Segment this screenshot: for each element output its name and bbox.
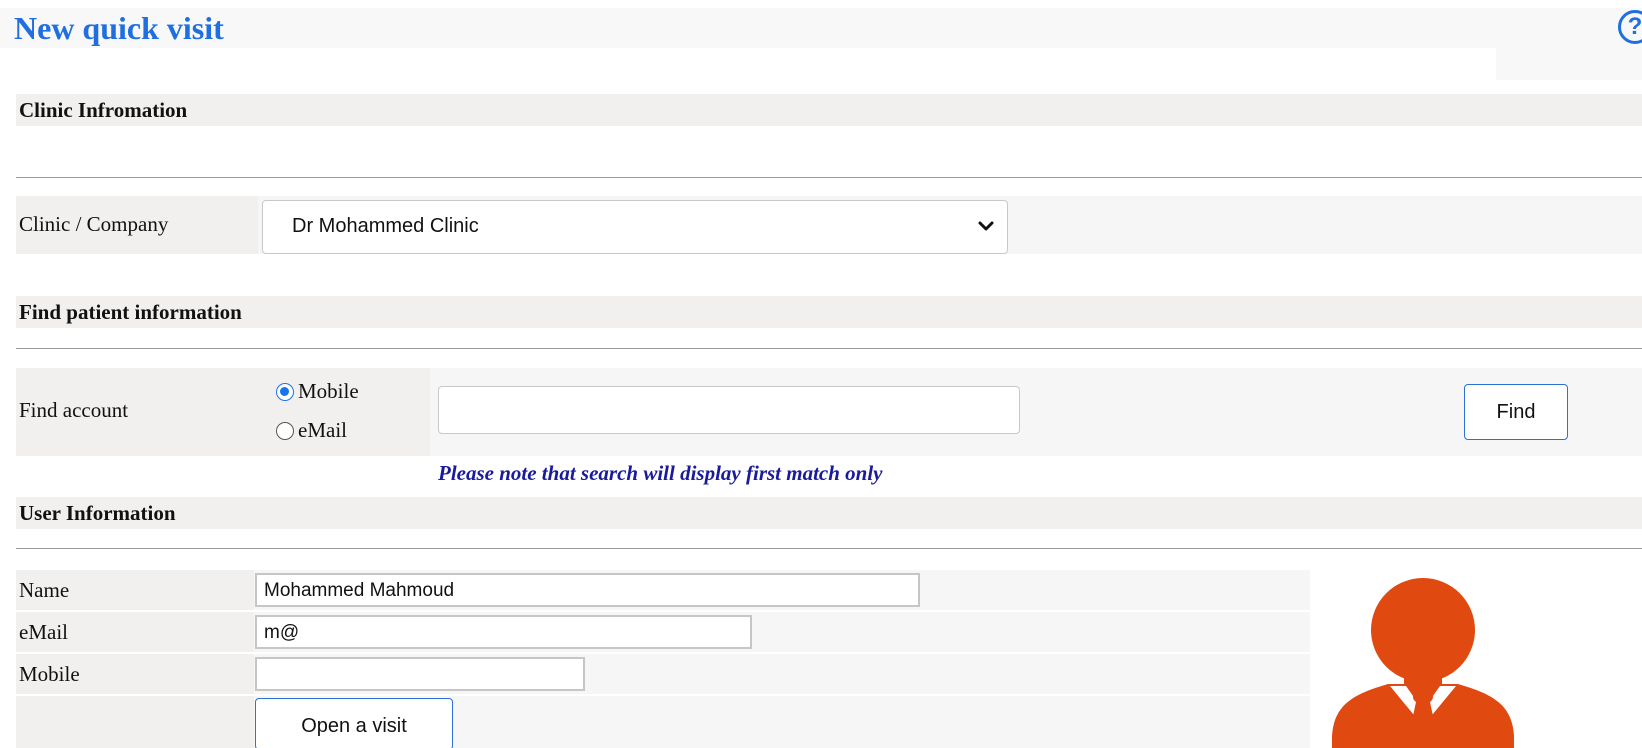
radio-mobile-label[interactable]: Mobile <box>298 379 359 404</box>
clinic-select[interactable]: Dr Mohammed Clinic <box>262 200 1008 254</box>
email-field[interactable]: m@ <box>255 615 752 649</box>
divider <box>16 348 1642 349</box>
mobile-field[interactable] <box>255 657 585 691</box>
user-avatar-icon <box>1332 578 1514 748</box>
search-note: Please note that search will display fir… <box>438 461 883 485</box>
section-header-user-info: User Information <box>16 497 1642 529</box>
email-label: eMail <box>19 620 68 644</box>
section-header-find-patient: Find patient information <box>16 296 1642 328</box>
mobile-label: Mobile <box>19 662 80 686</box>
name-field[interactable]: Mohammed Mahmoud <box>255 573 920 607</box>
find-button[interactable]: Find <box>1464 384 1568 440</box>
find-account-label: Find account <box>19 398 129 422</box>
name-label: Name <box>19 578 70 602</box>
clinic-select-value: Dr Mohammed Clinic <box>292 215 479 237</box>
open-visit-label-cell <box>16 696 254 748</box>
clinic-label: Clinic / Company <box>19 212 169 236</box>
open-visit-button[interactable]: Open a visit <box>255 698 453 748</box>
title-bar <box>0 8 1642 48</box>
find-account-input[interactable] <box>438 386 1020 434</box>
section-header-clinic: Clinic Infromation <box>16 94 1642 126</box>
title-bar-extension <box>1496 48 1642 80</box>
radio-email[interactable] <box>276 422 294 440</box>
radio-mobile[interactable] <box>276 383 294 401</box>
email-field-value: m@ <box>264 622 300 643</box>
divider <box>16 548 1642 549</box>
chevron-down-icon <box>978 221 994 231</box>
radio-email-label[interactable]: eMail <box>298 418 347 443</box>
page-title: New quick visit <box>14 10 224 46</box>
divider <box>16 177 1642 178</box>
name-field-value: Mohammed Mahmoud <box>264 580 455 601</box>
